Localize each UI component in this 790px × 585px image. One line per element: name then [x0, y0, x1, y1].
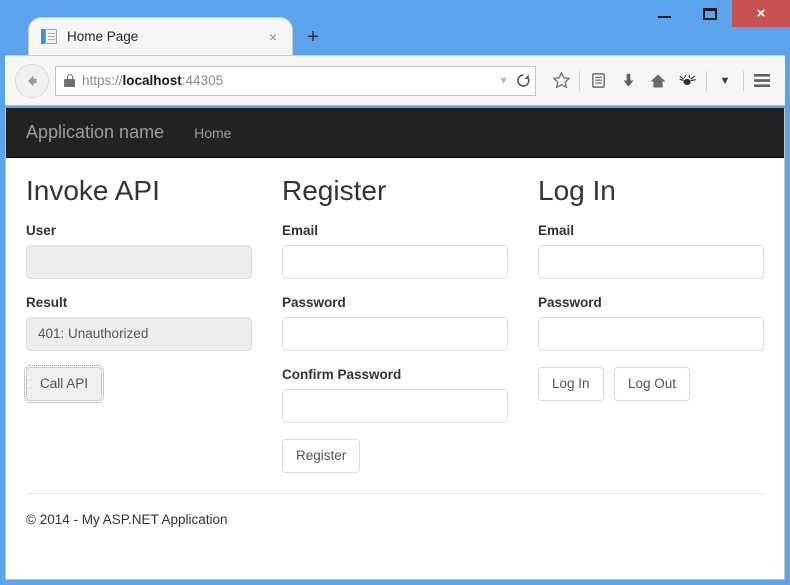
dropdown-arrow-icon[interactable]: ▼: [498, 75, 509, 87]
downloads-arrow-icon[interactable]: [613, 66, 643, 96]
url-port: :44305: [181, 73, 224, 88]
toolbar-separator: [743, 70, 744, 91]
address-bar[interactable]: https://localhost:44305 ▼: [55, 65, 536, 96]
login-buttons: Log In Log Out: [538, 366, 764, 402]
register-buttons: Register: [282, 438, 508, 474]
home-icon[interactable]: [643, 66, 673, 96]
log-out-button[interactable]: Log Out: [614, 366, 691, 402]
page-container: Invoke API User Result Call API Register…: [6, 158, 784, 527]
browser-window: × Home Page × + https://localhost:44305: [0, 0, 790, 585]
call-api-button[interactable]: Call API: [23, 364, 105, 404]
user-input[interactable]: [26, 244, 252, 279]
tab-title: Home Page: [67, 29, 139, 44]
register-password-input[interactable]: [282, 316, 508, 351]
back-button[interactable]: [15, 63, 49, 98]
label-result: Result: [26, 294, 68, 310]
close-button[interactable]: ×: [732, 0, 790, 27]
padlock-icon: [64, 74, 75, 87]
url-host: localhost: [122, 73, 182, 88]
url-scheme: https://: [82, 73, 123, 88]
toolbar-separator: [579, 70, 580, 91]
heading-log-in: Log In: [538, 175, 616, 206]
url-text: https://localhost:44305: [82, 73, 492, 88]
maximize-button[interactable]: [687, 0, 732, 27]
column-log-in: Log In Email Password Log In Log Out: [538, 175, 764, 473]
columns-row: Invoke API User Result Call API Register…: [23, 175, 764, 474]
window-controls: ×: [642, 0, 790, 27]
register-confirm-password-input[interactable]: [282, 388, 508, 423]
label-register-password: Password: [282, 294, 346, 310]
toolbar-icons: ▼: [536, 66, 777, 96]
close-icon: ×: [756, 5, 766, 22]
minimize-icon: [658, 16, 671, 18]
label-register-confirm-password: Confirm Password: [282, 366, 402, 382]
minimize-button[interactable]: [642, 0, 687, 27]
column-invoke-api: Invoke API User Result Call API: [23, 175, 282, 473]
page-viewport: Application name Home Invoke API User Re…: [5, 108, 785, 580]
pocket-icon[interactable]: [673, 66, 703, 96]
new-tab-button[interactable]: +: [300, 24, 326, 50]
page-footer: © 2014 - My ASP.NET Application: [26, 512, 228, 528]
toolbar-separator: [706, 70, 707, 91]
back-arrow-icon: [28, 75, 37, 86]
register-email-input[interactable]: [282, 244, 508, 279]
heading-invoke-api: Invoke API: [26, 175, 160, 206]
heading-register: Register: [282, 175, 387, 206]
browser-toolbar: https://localhost:44305 ▼ ▼: [5, 55, 785, 106]
maximize-icon: [702, 7, 717, 20]
log-in-button[interactable]: Log In: [538, 366, 604, 402]
label-login-password: Password: [538, 294, 602, 310]
invoke-api-buttons: Call API: [23, 364, 252, 404]
column-register: Register Email Password Confirm Password…: [282, 175, 538, 474]
reader-list-icon[interactable]: [583, 66, 613, 96]
tab-close-icon[interactable]: ×: [264, 28, 282, 46]
reload-icon[interactable]: [516, 73, 531, 88]
overflow-chevron-icon[interactable]: ▼: [710, 66, 740, 96]
bookmark-star-icon[interactable]: [546, 66, 576, 96]
result-input[interactable]: [26, 316, 252, 351]
url-actions: ▼: [492, 73, 531, 88]
site-navbar: Application name Home: [6, 108, 784, 158]
hamburger-menu-icon[interactable]: [747, 66, 777, 96]
label-user: User: [26, 222, 57, 238]
login-password-input[interactable]: [538, 316, 764, 351]
navbar-link-home[interactable]: Home: [194, 125, 231, 141]
title-bar: × Home Page × +: [0, 0, 790, 55]
login-email-input[interactable]: [538, 244, 764, 279]
navbar-brand[interactable]: Application name: [26, 122, 164, 143]
register-button[interactable]: Register: [282, 438, 361, 474]
page-document-icon: [41, 28, 58, 45]
label-login-email: Email: [538, 222, 575, 238]
browser-tab[interactable]: Home Page ×: [28, 17, 293, 55]
label-register-email: Email: [282, 222, 319, 238]
